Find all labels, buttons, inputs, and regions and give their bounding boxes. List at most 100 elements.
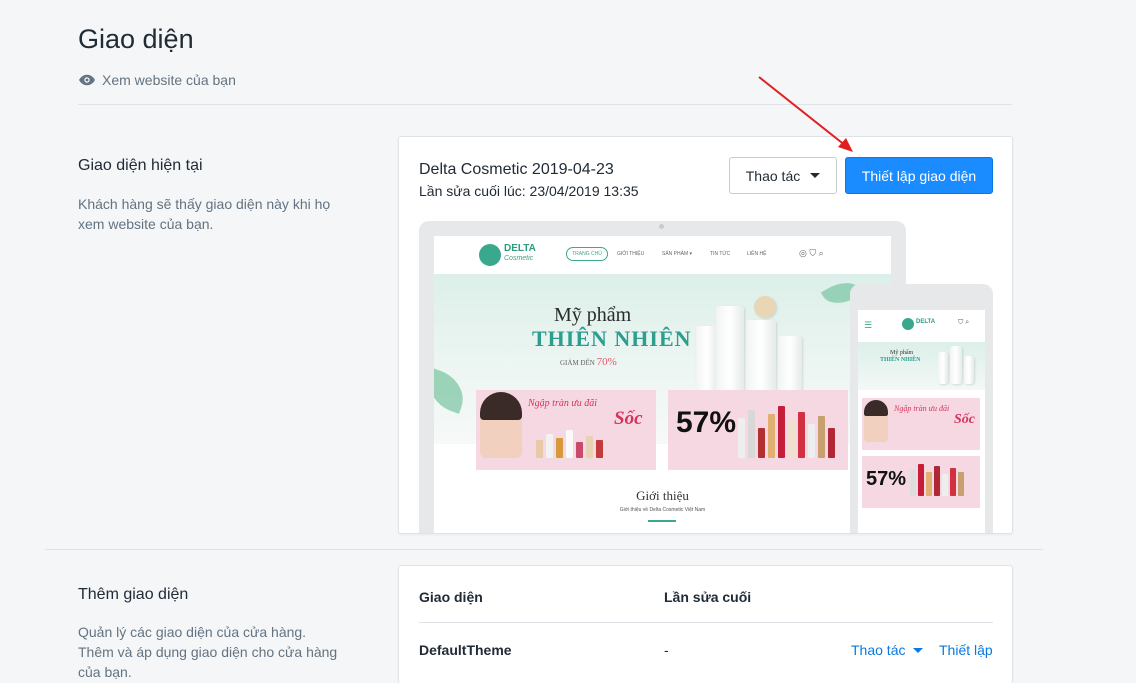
mini-product — [808, 424, 815, 458]
product-bottle — [746, 320, 776, 392]
mini-product — [788, 420, 795, 458]
row-setup-link[interactable]: Thiết lập — [939, 642, 993, 658]
mini-product — [556, 438, 563, 458]
promo1-big: Sốc — [614, 408, 643, 429]
themes-table-card: Giao diện Lần sửa cuối DefaultTheme - Th… — [398, 565, 1013, 683]
mini-product — [758, 428, 765, 458]
mini-product — [818, 416, 825, 458]
mini-product — [576, 442, 583, 458]
mini-product — [738, 418, 745, 458]
mini-product — [942, 474, 948, 496]
preview-nav-home: TRANG CHỦ — [566, 247, 608, 261]
mini-product — [918, 464, 924, 496]
mobile-promo-2: 57% — [862, 456, 980, 508]
model-hair — [480, 392, 522, 420]
table-divider — [419, 622, 993, 623]
hero-line-1: Mỹ phẩm — [554, 304, 632, 326]
mini-product — [798, 412, 805, 458]
promo2-big: 57% — [676, 406, 737, 439]
actions-dropdown-button[interactable]: Thao tác — [729, 157, 837, 194]
product-jar — [754, 296, 776, 318]
mobile-hero: Mỹ phẩm THIÊN NHIÊN — [858, 342, 985, 390]
mobile-promo2-big: 57% — [866, 468, 907, 490]
leaf-decoration — [434, 368, 471, 414]
camera-dot — [659, 224, 664, 229]
actions-label: Thao tác — [745, 167, 801, 184]
mini-product — [566, 430, 573, 458]
product-bottle — [964, 356, 974, 384]
divider — [78, 104, 1012, 105]
logo-icon — [902, 318, 914, 330]
mobile-hero-line-1: Mỹ phẩm — [890, 350, 914, 356]
mobile-logo: DELTA — [916, 319, 936, 325]
theme-name: Delta Cosmetic 2019-04-23 — [419, 161, 614, 178]
current-theme-description: Khách hàng sẽ thấy giao diện này khi họ … — [78, 196, 331, 232]
model-hair — [864, 400, 888, 416]
mini-product — [934, 466, 940, 496]
intro-title: Giới thiệu — [636, 488, 689, 503]
hero-line-2: THIÊN NHIÊN — [532, 326, 692, 351]
preview-nav-item: LIÊN HỆ — [747, 251, 767, 257]
mobile-preview: ☰ DELTA ⛉ ⌕ Mỹ phẩm THIÊN NHIÊN Ngập trà… — [850, 284, 993, 533]
preview-logo: DELTA Cosmetic — [504, 243, 536, 263]
intro-subtitle: Giới thiệu về Delta Cosmetic Việt Nam — [619, 507, 706, 513]
mobile-promo1-title: Ngập tràn ưu đãi — [894, 404, 950, 413]
current-theme-heading: Giao diện hiện tại — [78, 157, 203, 174]
caret-down-icon — [810, 173, 821, 178]
preview-nav-icons: ◎ ⛉ ⌕ — [799, 248, 824, 258]
logo-icon — [479, 244, 501, 266]
mobile-promo1-big: Sốc — [954, 412, 975, 427]
column-header-last-edited: Lần sửa cuối — [664, 589, 752, 605]
mini-product — [536, 440, 543, 458]
mini-product — [768, 414, 775, 458]
theme-last-edited: Lần sửa cuối lúc: 23/04/2019 13:35 — [419, 183, 639, 199]
desktop-preview-screen: DELTA Cosmetic TRANG CHỦ GIỚI THIỆU SẢN P… — [434, 236, 891, 533]
mini-product — [958, 472, 964, 496]
current-theme-card: Delta Cosmetic 2019-04-23 Lần sửa cuối l… — [398, 136, 1013, 534]
mini-product — [910, 470, 916, 496]
mini-product — [778, 406, 785, 458]
add-theme-description-1: Quản lý các giao diện của cửa hàng. — [78, 624, 307, 640]
divider — [45, 549, 1043, 550]
mobile-preview-screen: ☰ DELTA ⛉ ⌕ Mỹ phẩm THIÊN NHIÊN Ngập trà… — [858, 310, 985, 533]
add-theme-heading: Thêm giao diện — [78, 586, 189, 603]
mobile-promo-1: Ngập tràn ưu đãi Sốc — [862, 398, 980, 450]
hamburger-icon: ☰ — [864, 320, 873, 330]
row-actions-dropdown[interactable]: Thao tác — [851, 642, 924, 658]
preview-nav-item: TIN TỨC — [710, 251, 731, 257]
mini-product — [926, 472, 932, 496]
table-cell-theme-name: DefaultTheme — [419, 642, 512, 658]
table-cell-last-edited: - — [664, 642, 669, 658]
promo-banner-2: 57% — [668, 390, 848, 470]
product-bottle — [716, 306, 744, 392]
preview-nav: DELTA Cosmetic TRANG CHỦ GIỚI THIỆU SẢN P… — [434, 236, 891, 274]
mini-product — [828, 428, 835, 458]
caret-down-icon — [913, 647, 924, 653]
row-actions-label: Thao tác — [851, 642, 906, 658]
mini-product — [950, 468, 956, 496]
add-theme-description-2: Thêm và áp dụng giao diện cho cửa hàng c… — [78, 644, 338, 680]
mobile-nav-icons: ⛉ ⌕ — [958, 319, 970, 326]
product-bottle — [778, 336, 802, 392]
mini-product — [596, 440, 603, 458]
desktop-preview: DELTA Cosmetic TRANG CHỦ GIỚI THIỆU SẢN P… — [419, 221, 906, 533]
preview-nav-item: GIỚI THIỆU — [617, 251, 645, 257]
mobile-nav: ☰ DELTA ⛉ ⌕ — [858, 310, 985, 340]
promo-banner-1: Ngập tràn ưu đãi Sốc — [476, 390, 656, 470]
intro-underline — [648, 520, 676, 522]
page-title: Giao diện — [78, 24, 194, 54]
view-website-link[interactable]: Xem website của bạn — [78, 71, 236, 89]
mobile-hero-line-2: THIÊN NHIÊN — [880, 357, 921, 363]
hero-discount: GIẢM ĐẾN 70% — [560, 356, 617, 368]
column-header-theme: Giao diện — [419, 589, 483, 605]
product-bottle — [950, 346, 962, 384]
mini-product — [546, 434, 553, 458]
customize-theme-button[interactable]: Thiết lập giao diện — [845, 157, 993, 194]
view-website-label: Xem website của bạn — [102, 72, 236, 88]
mini-product — [748, 410, 755, 458]
product-bottle — [696, 326, 718, 390]
mini-product — [586, 436, 593, 458]
eye-icon — [79, 74, 95, 86]
product-bottle — [938, 352, 948, 384]
preview-nav-item: SẢN PHẨM ▾ — [662, 251, 693, 257]
